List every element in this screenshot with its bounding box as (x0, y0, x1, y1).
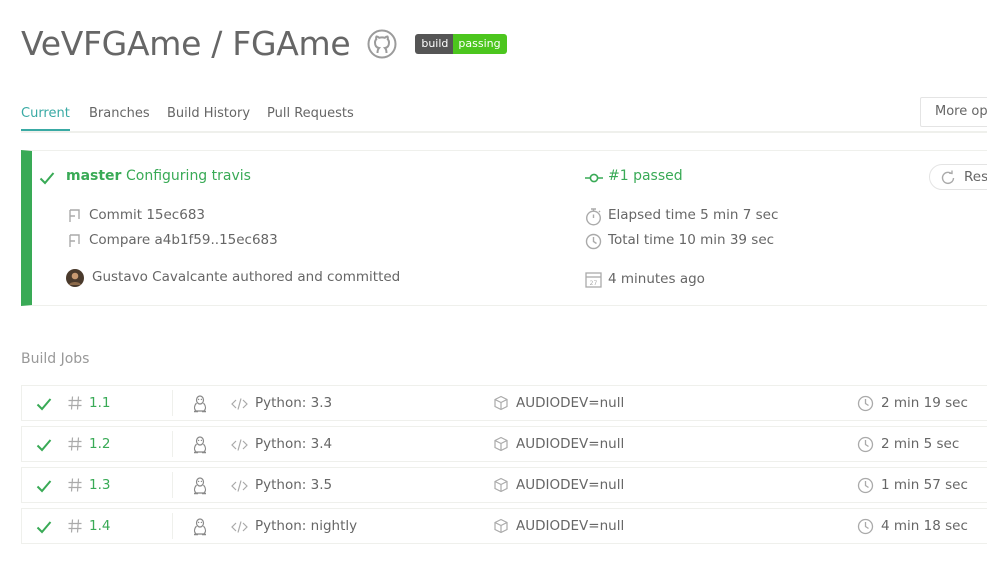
elapsed-time: Elapsed time 5 min 7 sec (608, 207, 779, 223)
hash-icon (67, 436, 83, 452)
job-number[interactable]: 1.3 (89, 477, 110, 493)
stopwatch-icon (585, 207, 602, 226)
box-icon (493, 518, 509, 534)
job-number[interactable]: 1.2 (89, 436, 110, 452)
tab-pull-requests[interactable]: Pull Requests (267, 106, 354, 129)
job-duration: 2 min 5 sec (881, 436, 960, 452)
box-icon (493, 477, 509, 493)
job-row[interactable]: 1.1 Python: 3.3 AUDIODEV=null 2 min 19 s… (21, 385, 987, 421)
clock-icon (857, 518, 874, 535)
job-env: AUDIODEV=null (516, 518, 625, 534)
total-time: Total time 10 min 39 sec (608, 232, 775, 248)
linux-icon (192, 436, 208, 454)
job-duration: 1 min 57 sec (881, 477, 968, 493)
build-status-badge[interactable]: build passing (415, 33, 507, 54)
restart-build-button[interactable]: Resta (929, 164, 987, 190)
linux-icon (192, 395, 208, 413)
restart-label: Resta (964, 169, 987, 185)
badge-status: passing (453, 33, 507, 54)
compare-icon (66, 233, 82, 249)
clock-icon (585, 233, 602, 250)
check-icon (36, 520, 52, 534)
job-env: AUDIODEV=null (516, 477, 625, 493)
linux-icon (192, 477, 208, 495)
job-divider (172, 513, 173, 539)
check-icon (39, 171, 55, 185)
restart-icon (940, 170, 956, 186)
job-env: AUDIODEV=null (516, 436, 625, 452)
job-row[interactable]: 1.2 Python: 3.4 AUDIODEV=null 2 min 5 se… (21, 426, 987, 462)
job-divider (172, 390, 173, 416)
job-divider (172, 472, 173, 498)
hash-icon (67, 395, 83, 411)
job-duration: 4 min 18 sec (881, 518, 968, 534)
check-icon (36, 479, 52, 493)
branch-name[interactable]: master (66, 168, 121, 184)
check-icon (36, 438, 52, 452)
tab-branches[interactable]: Branches (89, 106, 150, 129)
time-ago: 4 minutes ago (608, 271, 705, 287)
calendar-icon: 27 (585, 271, 602, 288)
hash-icon (67, 518, 83, 534)
compare-link[interactable]: Compare a4b1f59..15ec683 (89, 232, 278, 248)
box-icon (493, 436, 509, 452)
build-number-status[interactable]: #1 passed (608, 168, 683, 184)
code-icon (231, 479, 248, 493)
build-status-icon (585, 171, 603, 185)
job-number[interactable]: 1.1 (89, 395, 110, 411)
job-language: Python: nightly (255, 518, 358, 534)
repo-header: VeVFGAme / FGAme build passing (21, 24, 507, 63)
commit-link[interactable]: Commit 15ec683 (89, 207, 205, 223)
repo-tabs: Current Branches Build History Pull Requ… (21, 97, 987, 133)
job-language: Python: 3.5 (255, 477, 333, 493)
badge-label: build (415, 33, 454, 54)
build-summary: master Configuring travis Commit 15ec683… (21, 150, 987, 306)
job-language: Python: 3.3 (255, 395, 333, 411)
clock-icon (857, 436, 874, 453)
repo-title[interactable]: VeVFGAme / FGAme (21, 24, 351, 63)
job-number[interactable]: 1.4 (89, 518, 110, 534)
more-options-button[interactable]: More opt (920, 97, 987, 127)
github-icon[interactable] (367, 29, 397, 59)
avatar (66, 269, 84, 287)
tab-current[interactable]: Current (21, 106, 70, 131)
job-row[interactable]: 1.3 Python: 3.5 AUDIODEV=null 1 min 57 s… (21, 467, 987, 503)
commit-message[interactable]: Configuring travis (126, 168, 251, 184)
commit-icon (66, 208, 82, 224)
job-divider (172, 431, 173, 457)
job-duration: 2 min 19 sec (881, 395, 968, 411)
code-icon (231, 397, 248, 411)
job-env: AUDIODEV=null (516, 395, 625, 411)
box-icon (493, 395, 509, 411)
job-row[interactable]: 1.4 Python: nightly AUDIODEV=null 4 min … (21, 508, 987, 544)
clock-icon (857, 477, 874, 494)
author-text: Gustavo Cavalcante authored and committe… (92, 269, 401, 285)
job-language: Python: 3.4 (255, 436, 333, 452)
tab-build-history[interactable]: Build History (167, 106, 250, 129)
build-jobs-title: Build Jobs (21, 351, 90, 367)
code-icon (231, 520, 248, 534)
code-icon (231, 438, 248, 452)
check-icon (36, 397, 52, 411)
hash-icon (67, 477, 83, 493)
linux-icon (192, 518, 208, 536)
clock-icon (857, 395, 874, 412)
svg-text:27: 27 (590, 280, 598, 287)
